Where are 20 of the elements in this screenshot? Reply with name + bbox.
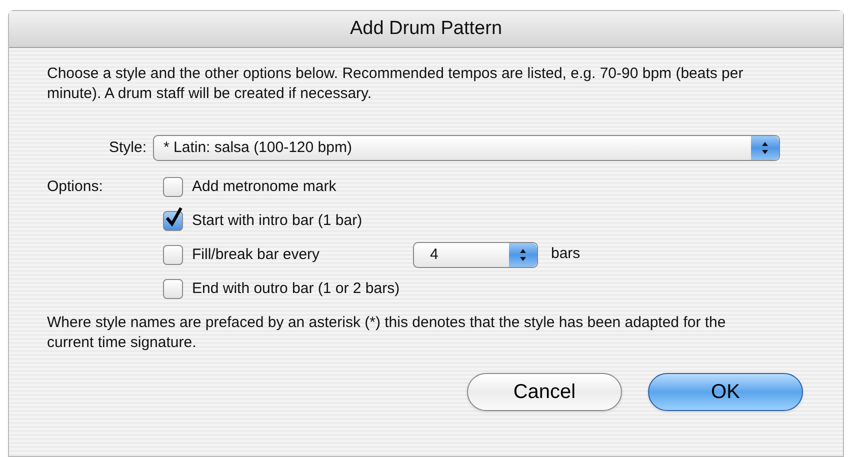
checkbox[interactable]: [163, 245, 183, 265]
ok-button[interactable]: OK: [648, 373, 803, 411]
checkbox[interactable]: [163, 279, 183, 299]
option-label: Add metronome mark: [192, 176, 336, 197]
cancel-button[interactable]: Cancel: [467, 373, 622, 411]
intro-text: Choose a style and the other options below. Recommended tempos are listed, e.g. 70-90 bpm (beats per minute). A drum staff will be created if necessary.: [47, 64, 744, 104]
stepper-icon: [750, 136, 779, 160]
bar-count-dropdown[interactable]: 4: [413, 242, 538, 268]
option-label: End with outro bar (1 or 2 bars): [192, 278, 400, 299]
window-title: Add Drum Pattern: [350, 16, 502, 41]
bars-label: bars: [551, 244, 580, 264]
option-label: Fill/break bar every: [192, 244, 321, 265]
asterisk-note: Where style names are prefaced by an asterisk (*) this denotes that the style has been adapted for the current time signature.: [47, 313, 727, 353]
options-label: Options:: [47, 177, 104, 197]
checkbox[interactable]: [163, 177, 183, 197]
option-label: Start with intro bar (1 bar): [192, 210, 362, 231]
checkmark-icon: [165, 207, 183, 227]
stepper-icon: [509, 243, 537, 267]
style-label: Style:: [109, 138, 147, 158]
style-dropdown[interactable]: * Latin: salsa (100-120 bpm): [152, 135, 780, 161]
